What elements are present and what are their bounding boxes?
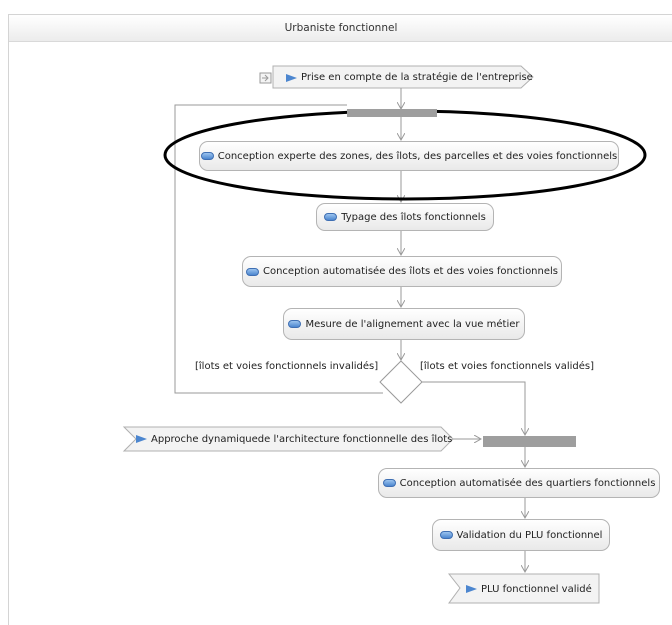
action-expert-design[interactable]: Conception experte des zones, des îlots,… <box>199 141 619 171</box>
action-automated-design[interactable]: Conception automatisée des îlots et des … <box>242 256 562 287</box>
guard-valid-label: [îlots et voies fonctionnels validés] <box>420 361 594 372</box>
decision-node <box>379 360 423 404</box>
input-signal-label: Prise en compte de la stratégie de l'ent… <box>286 70 533 85</box>
signal-icon <box>136 435 147 443</box>
action-icon <box>382 479 396 487</box>
action-quarter-design[interactable]: Conception automatisée des quartiers fon… <box>378 468 660 498</box>
join-bar <box>483 436 576 447</box>
action-typage[interactable]: Typage des îlots fonctionnels <box>316 203 494 231</box>
action-icon <box>439 531 453 539</box>
diagram-frame: Urbaniste fonctionnel Prise en compte de… <box>8 14 672 625</box>
guard-invalid-label: [îlots et voies fonctionnels invalidés] <box>195 361 379 372</box>
action-icon <box>288 320 302 328</box>
fork-bar <box>347 109 437 117</box>
action-icon <box>245 267 259 276</box>
signal-icon <box>466 585 477 593</box>
signal-icon <box>286 73 297 82</box>
initial-node-icon <box>259 72 272 84</box>
action-plu-validation[interactable]: Validation du PLU fonctionnel <box>432 519 610 551</box>
output-signal-label: PLU fonctionnel validé <box>466 581 592 597</box>
action-alignment[interactable]: Mesure de l'alignement avec la vue métie… <box>283 308 525 340</box>
action-icon <box>324 213 338 221</box>
second-signal-label: Approche dynamiquede l'architecture fonc… <box>136 431 452 447</box>
action-icon <box>200 152 214 160</box>
